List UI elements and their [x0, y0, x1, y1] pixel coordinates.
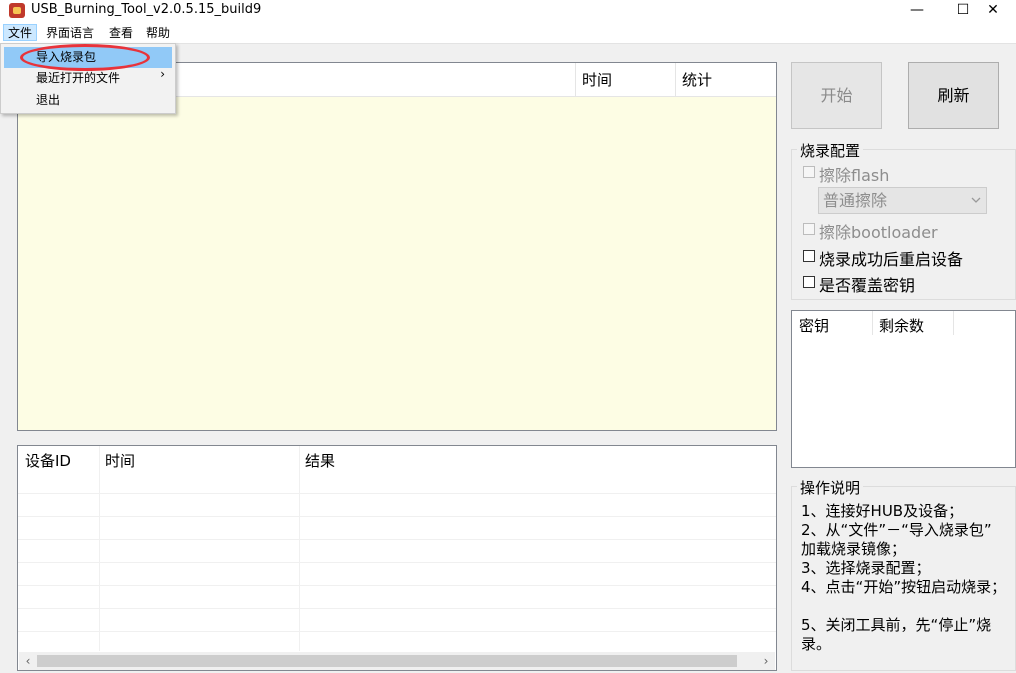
column-divider	[872, 311, 873, 335]
close-button[interactable]: ✕	[970, 0, 1016, 22]
start-button[interactable]: 开始	[791, 62, 882, 129]
table-row[interactable]	[18, 609, 776, 632]
chevron-down-icon	[971, 197, 981, 203]
refresh-button[interactable]: 刷新	[908, 62, 999, 129]
table-row[interactable]	[18, 563, 776, 586]
instructions-title: 操作说明	[797, 477, 864, 498]
column-header-key[interactable]: 密钥	[799, 315, 829, 336]
submenu-arrow-icon: ›	[160, 67, 165, 81]
overwrite-key-label: 是否覆盖密钥	[819, 276, 916, 295]
device-list[interactable]: 时间 统计	[17, 62, 777, 431]
menu-language[interactable]: 界面语言	[42, 25, 98, 42]
result-table[interactable]: 设备ID 时间 结果 ‹ ›	[17, 445, 777, 671]
overwrite-key-checkbox[interactable]	[803, 276, 815, 288]
column-header-device-id[interactable]: 设备ID	[25, 450, 71, 471]
table-row[interactable]	[18, 517, 776, 540]
reboot-after-checkbox[interactable]	[803, 250, 815, 262]
erase-bootloader-label: 擦除bootloader	[819, 223, 938, 242]
reboot-after-label: 烧录成功后重启设备	[819, 250, 964, 269]
key-list[interactable]: 密钥 剩余数	[791, 310, 1016, 468]
erase-bootloader-checkbox[interactable]	[803, 223, 815, 235]
menu-item-recent-files[interactable]: 最近打开的文件	[4, 68, 172, 89]
column-header-time[interactable]: 时间	[105, 450, 135, 471]
erase-mode-value: 普通擦除	[823, 191, 888, 210]
horizontal-scrollbar[interactable]: ‹ ›	[19, 652, 775, 670]
column-header-time[interactable]: 时间	[576, 63, 676, 97]
menu-bar: 文件 界面语言 查看 帮助	[0, 22, 1016, 44]
scroll-left-icon[interactable]: ‹	[20, 653, 36, 669]
instruction-line: 4、点击“开始”按钮启动烧录；	[801, 578, 1007, 596]
scroll-right-icon[interactable]: ›	[758, 653, 774, 669]
table-row[interactable]	[18, 494, 776, 517]
table-row[interactable]	[18, 540, 776, 563]
column-divider	[953, 311, 954, 335]
erase-mode-select[interactable]: 普通擦除	[818, 187, 987, 214]
menu-item-exit[interactable]: 退出	[4, 90, 172, 111]
column-header-result[interactable]: 结果	[305, 450, 335, 471]
minimize-button[interactable]: —	[894, 0, 940, 22]
instruction-line: 2、从“文件”－“导入烧录包” 加载烧录镜像；	[801, 521, 992, 558]
result-table-header: 设备ID 时间 结果	[18, 446, 776, 494]
app-icon	[9, 3, 25, 18]
table-row[interactable]	[18, 586, 776, 609]
column-header-stats[interactable]: 统计	[676, 63, 776, 97]
instruction-line: 3、选择烧录配置；	[801, 559, 931, 577]
scrollbar-thumb[interactable]	[37, 655, 737, 667]
column-header-remaining[interactable]: 剩余数	[879, 315, 924, 336]
highlight-annotation	[20, 44, 150, 71]
instruction-line: 5、关闭工具前，先“停止”烧录。	[801, 616, 992, 653]
erase-flash-label: 擦除flash	[819, 166, 890, 185]
window-title: USB_Burning_Tool_v2.0.5.15_build9	[31, 2, 262, 17]
burn-config-title: 烧录配置	[797, 140, 864, 161]
title-bar: USB_Burning_Tool_v2.0.5.15_build9 — ☐ ✕	[0, 0, 1016, 22]
menu-help[interactable]: 帮助	[142, 25, 174, 42]
erase-flash-checkbox[interactable]	[803, 166, 815, 178]
menu-view[interactable]: 查看	[105, 25, 137, 42]
menu-file[interactable]: 文件	[3, 24, 38, 41]
instruction-line: 1、连接好HUB及设备；	[801, 502, 964, 520]
